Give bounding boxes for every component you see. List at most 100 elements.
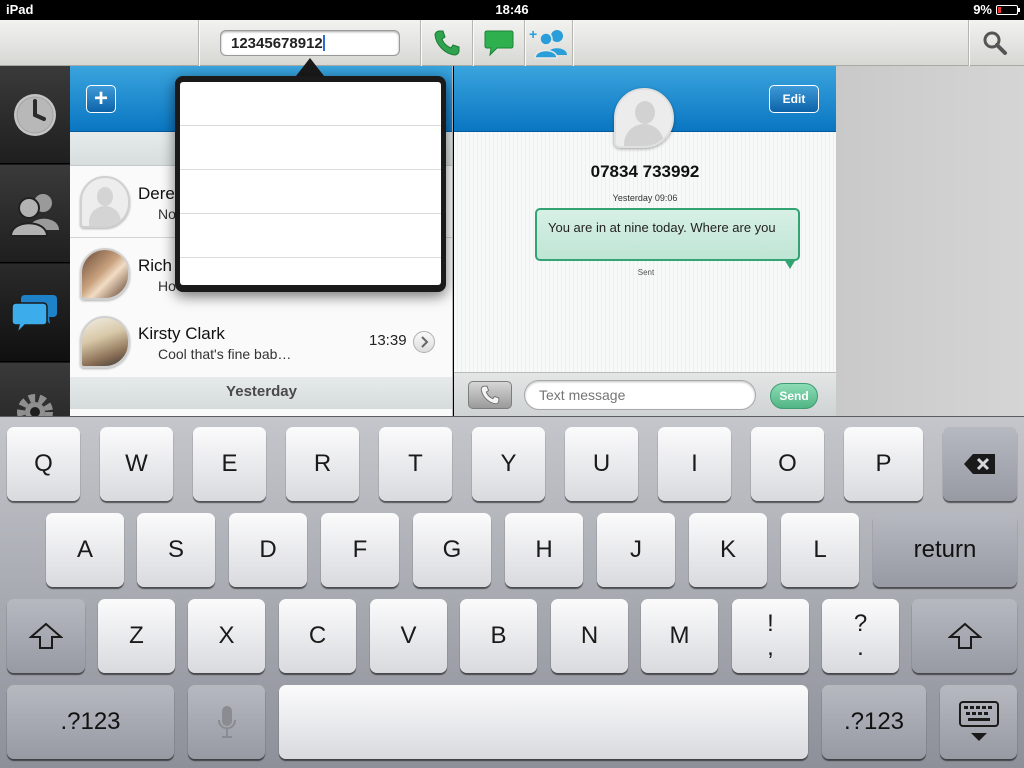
suggestion-row[interactable]: [180, 170, 441, 214]
clock: 18:46: [495, 2, 529, 17]
key-u[interactable]: U: [565, 427, 638, 501]
dictation-key[interactable]: [188, 685, 265, 759]
space-key[interactable]: [279, 685, 808, 759]
avatar: [80, 248, 130, 300]
messages-icon: [11, 294, 57, 335]
battery-percent: 9%: [973, 2, 992, 17]
text-caret: [322, 35, 325, 51]
left-nav: [0, 66, 70, 461]
numbers-key-right[interactable]: .?123: [822, 685, 926, 759]
contact-avatar: [614, 88, 674, 148]
key-top-char: ?: [853, 610, 868, 637]
status-bar: iPad 18:46 9%: [0, 0, 1024, 20]
key-l[interactable]: L: [781, 513, 859, 587]
key-x[interactable]: X: [188, 599, 265, 673]
suggestion-row[interactable]: [180, 214, 441, 258]
contact-name: Rich: [138, 256, 173, 275]
nav-messages[interactable]: [0, 264, 70, 362]
shift-icon: [29, 622, 63, 649]
edit-button[interactable]: Edit: [769, 85, 819, 113]
key-q[interactable]: Q: [7, 427, 80, 501]
nav-recents[interactable]: [0, 66, 70, 164]
suggestions-list: [180, 82, 441, 285]
number-suggestions-popover: [175, 76, 446, 292]
key-i[interactable]: I: [658, 427, 731, 501]
search-button[interactable]: [970, 20, 1020, 66]
phone-icon: [480, 385, 500, 405]
key-g[interactable]: G: [413, 513, 491, 587]
shift-key-right[interactable]: [912, 599, 1017, 673]
return-key[interactable]: return: [873, 513, 1017, 587]
contact-number: 07834 733992: [590, 162, 700, 181]
text-message-input[interactable]: [524, 380, 756, 410]
key-z[interactable]: Z: [98, 599, 175, 673]
message-preview: Ho: [158, 278, 176, 294]
key-r[interactable]: R: [286, 427, 359, 501]
key-v[interactable]: V: [370, 599, 447, 673]
key-f[interactable]: F: [321, 513, 399, 587]
key-m[interactable]: M: [641, 599, 718, 673]
message-button[interactable]: [476, 20, 522, 66]
key-e[interactable]: E: [193, 427, 266, 501]
key-bottom-char: ,: [767, 634, 774, 661]
contacts-icon: [9, 193, 59, 237]
call-button[interactable]: [468, 381, 512, 409]
key-top-char: !: [767, 610, 774, 637]
key-question-period[interactable]: ?.: [822, 599, 899, 673]
chat-bubble-icon: [484, 30, 514, 57]
suggestion-row[interactable]: [180, 82, 441, 126]
key-p[interactable]: P: [844, 427, 923, 501]
key-k[interactable]: K: [689, 513, 767, 587]
nav-contacts[interactable]: [0, 165, 70, 263]
add-contact-icon: +: [529, 27, 567, 59]
conversation-row[interactable]: Kirsty Clark Cool that's fine bab… 13:39: [70, 306, 452, 378]
plus-icon: +: [93, 85, 108, 112]
right-panel: [836, 66, 1024, 416]
avatar: [80, 176, 130, 228]
shift-icon: [947, 622, 982, 649]
conversation-detail-button[interactable]: [413, 331, 435, 353]
backspace-key[interactable]: [943, 427, 1017, 501]
key-c[interactable]: C: [279, 599, 356, 673]
key-t[interactable]: T: [379, 427, 452, 501]
key-d[interactable]: D: [229, 513, 307, 587]
key-s[interactable]: S: [137, 513, 215, 587]
backspace-icon: [964, 454, 995, 474]
top-toolbar: 12345678912 +: [0, 20, 1024, 66]
popover-arrow: [296, 58, 324, 76]
add-contact-button[interactable]: +: [526, 20, 570, 66]
key-exclamation-comma[interactable]: !,: [732, 599, 809, 673]
key-n[interactable]: N: [551, 599, 628, 673]
phone-number-field[interactable]: 12345678912: [220, 30, 400, 56]
send-button[interactable]: Send: [770, 383, 818, 409]
new-message-button[interactable]: +: [86, 85, 116, 113]
suggestion-row[interactable]: [180, 126, 441, 170]
toolbar-divider: [420, 20, 421, 66]
battery-icon: [996, 4, 1020, 15]
toolbar-divider: [198, 20, 199, 66]
message-time: 13:39: [369, 332, 407, 349]
key-w[interactable]: W: [100, 427, 173, 501]
key-y[interactable]: Y: [472, 427, 545, 501]
key-b[interactable]: B: [460, 599, 537, 673]
key-o[interactable]: O: [751, 427, 824, 501]
call-button[interactable]: [424, 20, 470, 66]
numbers-key-left[interactable]: .?123: [7, 685, 174, 759]
message-bubble: You are in at nine today. Where are you: [535, 208, 800, 261]
phone-icon: [434, 30, 460, 56]
message-timestamp: Yesterday 09:06: [612, 193, 678, 203]
hide-keyboard-icon: [958, 701, 999, 741]
list-item: [70, 409, 452, 416]
hide-keyboard-key[interactable]: [940, 685, 1017, 759]
avatar: [80, 316, 130, 368]
chevron-right-icon: [421, 336, 429, 348]
shift-key-left[interactable]: [7, 599, 85, 673]
toolbar-divider: [524, 20, 525, 66]
key-a[interactable]: A: [46, 513, 124, 587]
key-h[interactable]: H: [505, 513, 583, 587]
search-icon: [983, 31, 1007, 55]
key-j[interactable]: J: [597, 513, 675, 587]
phone-number-value: 12345678912: [231, 35, 323, 52]
microphone-icon: [217, 706, 236, 738]
clock-icon: [14, 93, 56, 136]
